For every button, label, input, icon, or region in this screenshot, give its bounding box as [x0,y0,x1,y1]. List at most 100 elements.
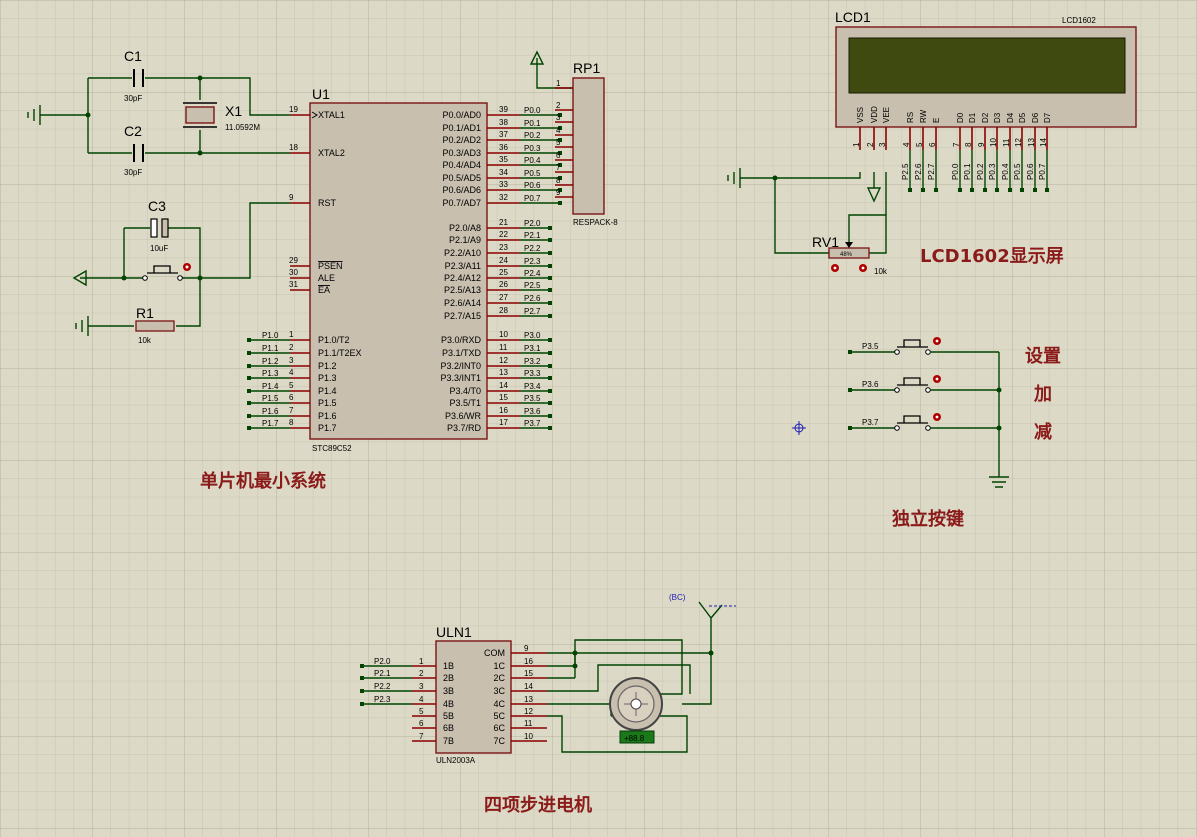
pin-number: 1 [852,142,861,147]
pin-number: 14 [499,381,508,390]
pin-number: 15 [524,669,533,678]
pin-name: P0.0/AD0 [442,110,481,120]
schematic-canvas: U1 STC89C52 19XTAL118XTAL29RST29PSEN30AL… [0,0,1197,837]
pin-number: 6 [289,393,294,402]
net-label: P2.0 [524,219,541,228]
pin-name: P0.2/AD2 [442,135,481,145]
pin-number: 12 [524,707,533,716]
net-label: P0.2 [976,163,985,180]
pin-name: COM [484,648,505,658]
pin-name: RST [318,198,337,208]
net-label: P0.2 [524,131,541,140]
net-label: P0.4 [1001,163,1010,180]
net-label: P3.4 [524,382,541,391]
net-label: P0.0 [524,106,541,115]
net-label: P0.5 [1013,163,1022,180]
pin-number: 1 [419,657,424,666]
pin-number: 31 [289,280,298,289]
uln1-part: ULN2003A [436,756,476,765]
pin-name: P3.3/INT1 [440,373,481,383]
pin-number: 32 [499,193,508,202]
pin-number: 29 [289,256,298,265]
caption-lcd-screen: LCD1602显示屏 [920,246,1064,267]
pin-name: P1.3 [318,373,337,383]
pin-number: 18 [289,143,298,152]
pin-number: 3 [878,142,887,147]
pin-name: 1B [443,661,454,671]
pin-name: 7C [493,736,505,746]
net-label: P0.0 [951,163,960,180]
pin-number: 9 [524,644,529,653]
pin-name: P3.5/T1 [449,398,481,408]
c3-value: 10uF [150,244,168,253]
svg-text:8: 8 [556,176,561,185]
u1-part: STC89C52 [312,444,352,453]
pin-name: P3.6/WR [445,411,482,421]
pin-number: 14 [524,682,533,691]
r1-value: 10k [138,336,152,345]
pin-number: 16 [499,406,508,415]
rv1-ref: RV1 [812,234,839,250]
svg-text:3: 3 [556,113,561,122]
pin-number: 19 [289,105,298,114]
pin-name: 2B [443,673,454,683]
net-label: P3.7 [862,418,879,427]
pin-number: 24 [499,256,508,265]
pin-name: 7B [443,736,454,746]
net-label: P3.0 [524,331,541,340]
pin-number: 3 [289,356,294,365]
pin-number: 34 [499,168,508,177]
net-label: P1.6 [262,407,279,416]
lcd-screen [848,37,1126,94]
rv1-percent: 48% [840,252,853,258]
x1-ref: X1 [225,103,242,119]
rp1-ref: RP1 [573,60,600,76]
net-label: P3.5 [862,342,879,351]
pin-name: P3.1/TXD [442,348,482,358]
pin-name: P3.0/RXD [441,335,482,345]
pin-number: 5 [915,142,924,147]
resistor-icon [135,320,175,332]
pin-number: 35 [499,155,508,164]
pin-number: 10 [524,732,533,741]
net-label: P1.5 [262,394,279,403]
net-label: P2.5 [524,281,541,290]
pin-name: PSEN [318,261,343,271]
caption-mcu-system: 单片机最小系统 [200,470,326,492]
pin-name: XTAL2 [318,148,345,158]
pin-name: 5C [493,711,505,721]
pin-name: D4 [1006,112,1015,123]
pin-number: 30 [289,268,298,277]
c2-ref: C2 [124,123,142,139]
pin-name: D7 [1043,112,1052,123]
net-label: P1.0 [262,331,279,340]
net-label: P0.7 [524,194,541,203]
pin-number: 15 [499,393,508,402]
pin-name: VEE [882,107,891,123]
pin-name: P0.3/AD3 [442,148,481,158]
pin-name: D1 [968,112,977,123]
pin-name: ALE [318,273,335,283]
pin-name: D2 [981,112,990,123]
net-label: P2.3 [374,695,391,704]
svg-text:1: 1 [556,79,561,88]
net-label: P3.5 [524,394,541,403]
pin-name: 6C [493,723,505,733]
c3-ref: C3 [148,198,166,214]
svg-text:2: 2 [556,101,561,110]
pin-name: D6 [1031,112,1040,123]
caption-buttons: 独立按键 [892,508,964,530]
pin-name: P2.7/A15 [444,311,481,321]
net-label: P0.6 [524,181,541,190]
pin-name: P0.1/AD1 [442,123,481,133]
net-label: P1.7 [262,419,279,428]
pin-number: 3 [419,682,424,691]
label-btn-set: 设置 [1025,346,1061,367]
pin-number: 9 [977,142,986,147]
pin-number: 7 [419,732,424,741]
net-label: P2.2 [374,682,391,691]
pin-name: P3.7/RD [447,423,482,433]
pin-name: P0.6/AD6 [442,185,481,195]
motor-readout: +88.8 [624,734,645,743]
pin-name: P1.4 [318,386,337,396]
